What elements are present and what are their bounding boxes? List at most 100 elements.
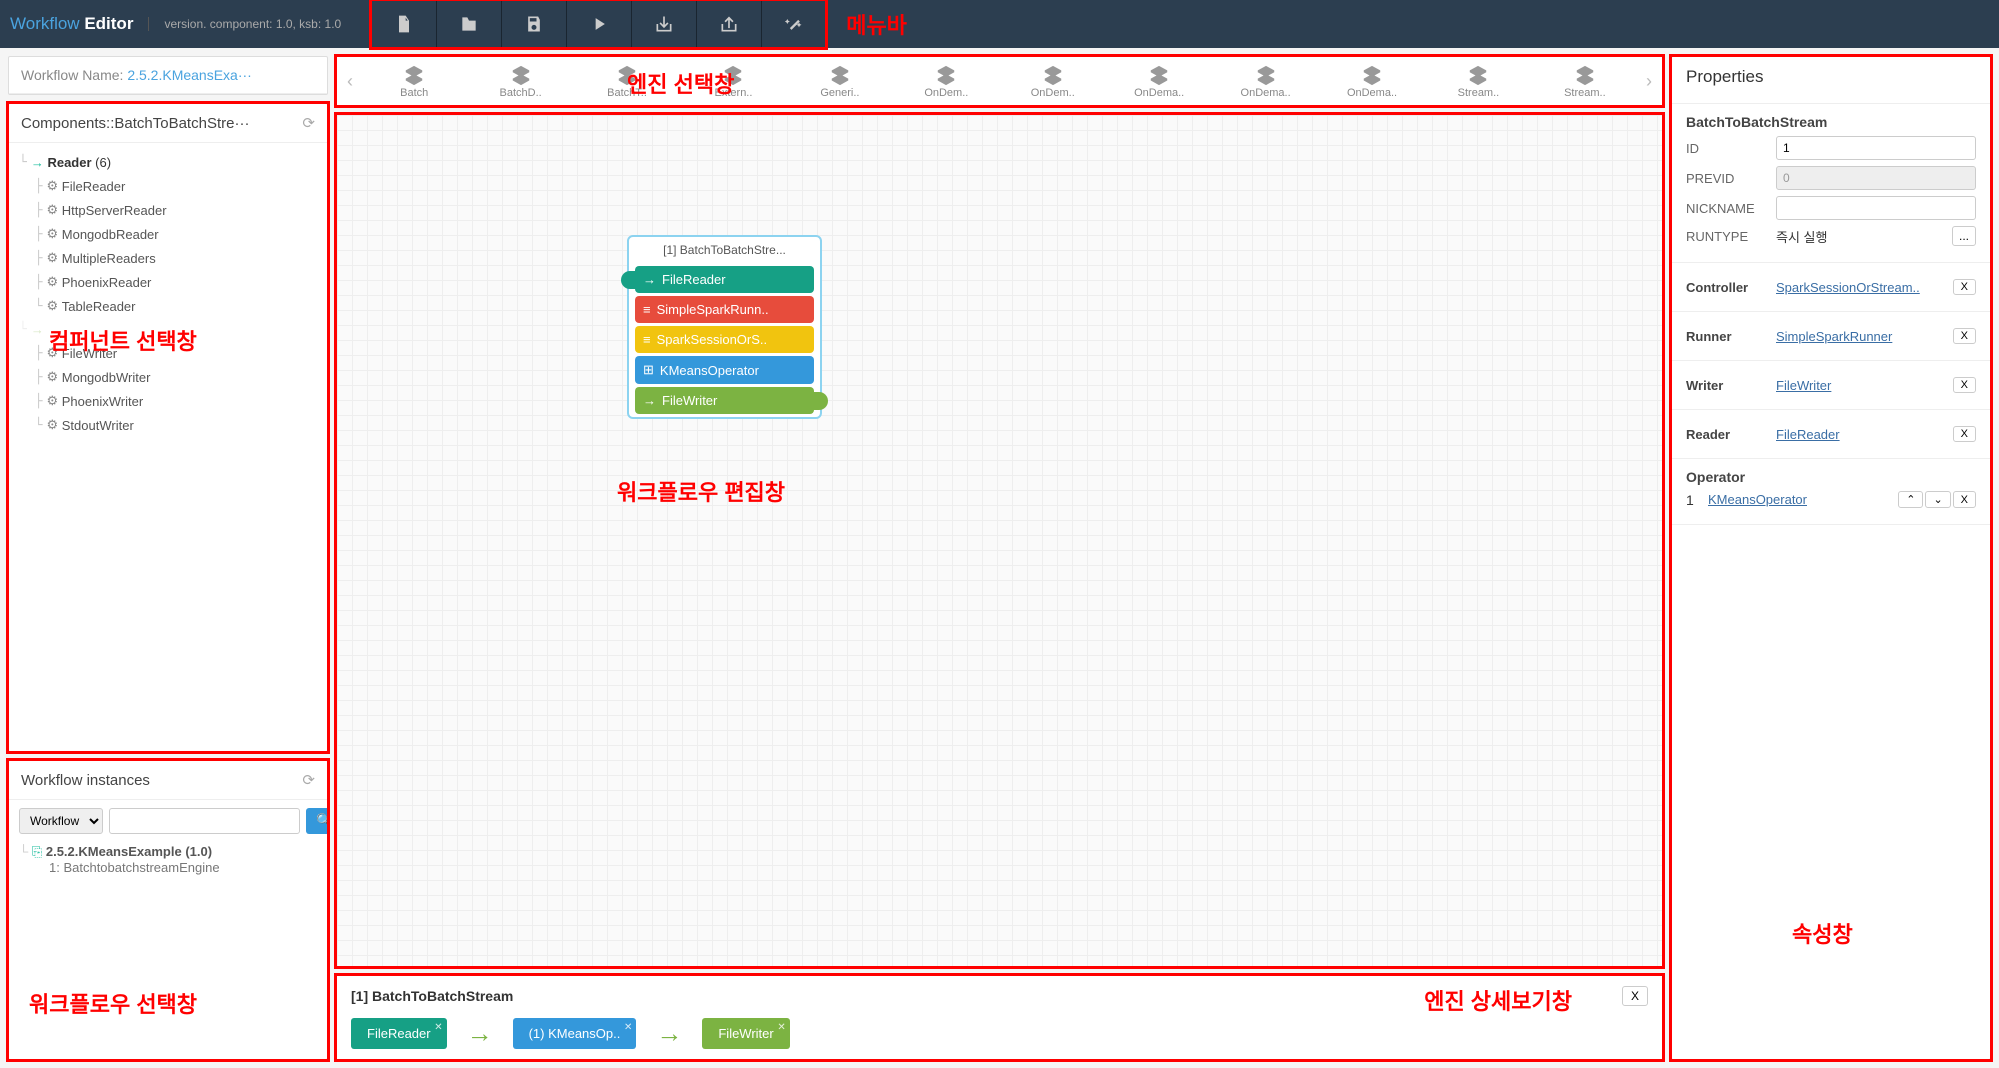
arrow-out-icon: →	[31, 322, 44, 337]
prop-remove-button[interactable]: X	[1953, 426, 1976, 442]
prop-row-label: Reader	[1686, 427, 1766, 442]
detail-chip[interactable]: (1) KMeansOp..✕	[513, 1018, 637, 1049]
runtype-more-button[interactable]: ...	[1952, 226, 1976, 246]
save-button[interactable]	[501, 0, 566, 48]
import-button[interactable]	[631, 0, 696, 48]
detail-chip[interactable]: FileReader✕	[351, 1018, 447, 1049]
prop-remove-button[interactable]: X	[1953, 377, 1976, 393]
prop-operator-link[interactable]: KMeansOperator	[1708, 492, 1888, 507]
properties-panel: Properties BatchToBatchStream ID PREVID …	[1671, 56, 1991, 1060]
workflow-search-input[interactable]	[109, 808, 300, 834]
workflow-name-value: 2.5.2.KMeansExa···	[127, 67, 252, 83]
prop-nickname-input[interactable]	[1776, 196, 1976, 220]
arrow-icon: →	[467, 1018, 493, 1049]
tree-item[interactable]: ├⚙ MongodbWriter	[19, 365, 317, 389]
new-file-button[interactable]	[371, 0, 436, 48]
engine-label: OnDema..	[1106, 87, 1212, 99]
prop-id-input[interactable]	[1776, 136, 1976, 160]
gear-icon: ⚙	[46, 274, 58, 290]
prop-remove-button[interactable]: X	[1953, 279, 1976, 295]
annotation-workflow-edit: 워크플로우 편집창	[617, 475, 785, 507]
close-icon[interactable]: ✕	[777, 1022, 785, 1033]
engine-item[interactable]: Generi..	[787, 63, 893, 99]
app-logo: Workflow Editor	[10, 14, 133, 34]
engine-item[interactable]: OnDema..	[1106, 63, 1212, 99]
engine-item[interactable]: OnDem..	[1000, 63, 1106, 99]
engine-label: OnDem..	[1000, 87, 1106, 99]
export-button[interactable]	[696, 0, 761, 48]
engine-item[interactable]: BatchT..	[574, 63, 680, 99]
engine-icon	[893, 63, 999, 87]
engine-label: Stream..	[1425, 87, 1531, 99]
workflow-node[interactable]: [1] BatchToBatchStre... →FileReader ≡Sim…	[627, 235, 822, 419]
engine-label: BatchD..	[467, 87, 573, 99]
prop-remove-button[interactable]: X	[1953, 328, 1976, 344]
tree-group-reader[interactable]: └→ Reader (6)	[19, 151, 317, 174]
gear-icon: ⚙	[46, 202, 58, 218]
prop-link[interactable]: FileWriter	[1776, 378, 1943, 393]
close-icon[interactable]: ✕	[434, 1022, 442, 1033]
export-icon	[719, 14, 739, 34]
engine-item[interactable]: Stream..	[1425, 63, 1531, 99]
refresh-icon[interactable]: ⟳	[302, 771, 315, 789]
engine-item[interactable]: Batch	[361, 63, 467, 99]
play-icon	[589, 14, 609, 34]
engine-icon	[1212, 63, 1318, 87]
engine-item[interactable]: BatchD..	[467, 63, 573, 99]
engine-icon	[1425, 63, 1531, 87]
prop-link[interactable]: SimpleSparkRunner	[1776, 329, 1943, 344]
tree-item[interactable]: ├⚙ MultipleReaders	[19, 246, 317, 270]
engine-item[interactable]: Extern..	[680, 63, 786, 99]
engine-label: Stream..	[1532, 87, 1638, 99]
magic-button[interactable]	[761, 0, 826, 48]
node-row[interactable]: ⊞KMeansOperator	[635, 356, 814, 384]
engine-item[interactable]: OnDema..	[1319, 63, 1425, 99]
node-title: [1] BatchToBatchStre...	[629, 237, 820, 263]
folder-icon	[459, 14, 479, 34]
engine-prev-button[interactable]: ‹	[341, 71, 359, 92]
node-row[interactable]: →FileWriter	[635, 387, 814, 414]
instances-title: Workflow instances	[21, 772, 150, 789]
logo-workflow: Workflow	[10, 14, 80, 33]
tree-item[interactable]: ├⚙ FileReader	[19, 174, 317, 198]
tree-item[interactable]: └⚙ StdoutWriter	[19, 413, 317, 437]
operator-down-button[interactable]: ⌄	[1925, 491, 1950, 508]
engine-next-button[interactable]: ›	[1640, 71, 1658, 92]
tree-item[interactable]: ├⚙ HttpServerReader	[19, 198, 317, 222]
engine-icon	[467, 63, 573, 87]
prop-link[interactable]: FileReader	[1776, 427, 1943, 442]
gear-icon: ⚙	[46, 417, 58, 433]
detail-chip[interactable]: FileWriter✕	[702, 1018, 789, 1049]
workflow-filter-select[interactable]: Workflow	[19, 808, 103, 834]
version-text: version. component: 1.0, ksb: 1.0	[148, 17, 341, 31]
operator-remove-button[interactable]: X	[1953, 491, 1976, 508]
tree-item[interactable]: ├⚙ FileWriter	[19, 341, 317, 365]
operator-up-button[interactable]: ⌃	[1898, 491, 1923, 508]
workflow-search-button[interactable]: 🔍	[306, 808, 327, 834]
node-row[interactable]: ≡SimpleSparkRunn..	[635, 296, 814, 323]
engine-label: OnDem..	[893, 87, 999, 99]
engine-label: Extern..	[680, 87, 786, 99]
tree-group-writer[interactable]: └→	[19, 318, 317, 341]
properties-title: Properties	[1686, 67, 1976, 87]
components-panel: Components::BatchToBatchStre··· ⟳ └→ Rea…	[8, 103, 328, 752]
open-folder-button[interactable]	[436, 0, 501, 48]
engine-item[interactable]: OnDem..	[893, 63, 999, 99]
workflow-instance-item[interactable]: └ ⎘ 2.5.2.KMeansExample (1.0) 1: Batchto…	[19, 844, 317, 875]
tree-item[interactable]: └⚙ TableReader	[19, 294, 317, 318]
detail-close-button[interactable]: X	[1622, 986, 1648, 1006]
engine-item[interactable]: Stream..	[1532, 63, 1638, 99]
run-button[interactable]	[566, 0, 631, 48]
tree-item[interactable]: ├⚙ PhoenixWriter	[19, 389, 317, 413]
engine-item[interactable]: OnDema..	[1212, 63, 1318, 99]
node-row[interactable]: →FileReader	[635, 266, 814, 293]
close-icon[interactable]: ✕	[624, 1022, 632, 1033]
engine-label: BatchT..	[574, 87, 680, 99]
prop-link[interactable]: SparkSessionOrStream..	[1776, 280, 1943, 295]
tree-item[interactable]: ├⚙ MongodbReader	[19, 222, 317, 246]
refresh-icon[interactable]: ⟳	[302, 114, 315, 132]
node-row[interactable]: ≡SparkSessionOrS..	[635, 326, 814, 353]
tree-item[interactable]: ├⚙ PhoenixReader	[19, 270, 317, 294]
workflow-canvas[interactable]: [1] BatchToBatchStre... →FileReader ≡Sim…	[336, 114, 1663, 967]
prop-row-label: Writer	[1686, 378, 1766, 393]
